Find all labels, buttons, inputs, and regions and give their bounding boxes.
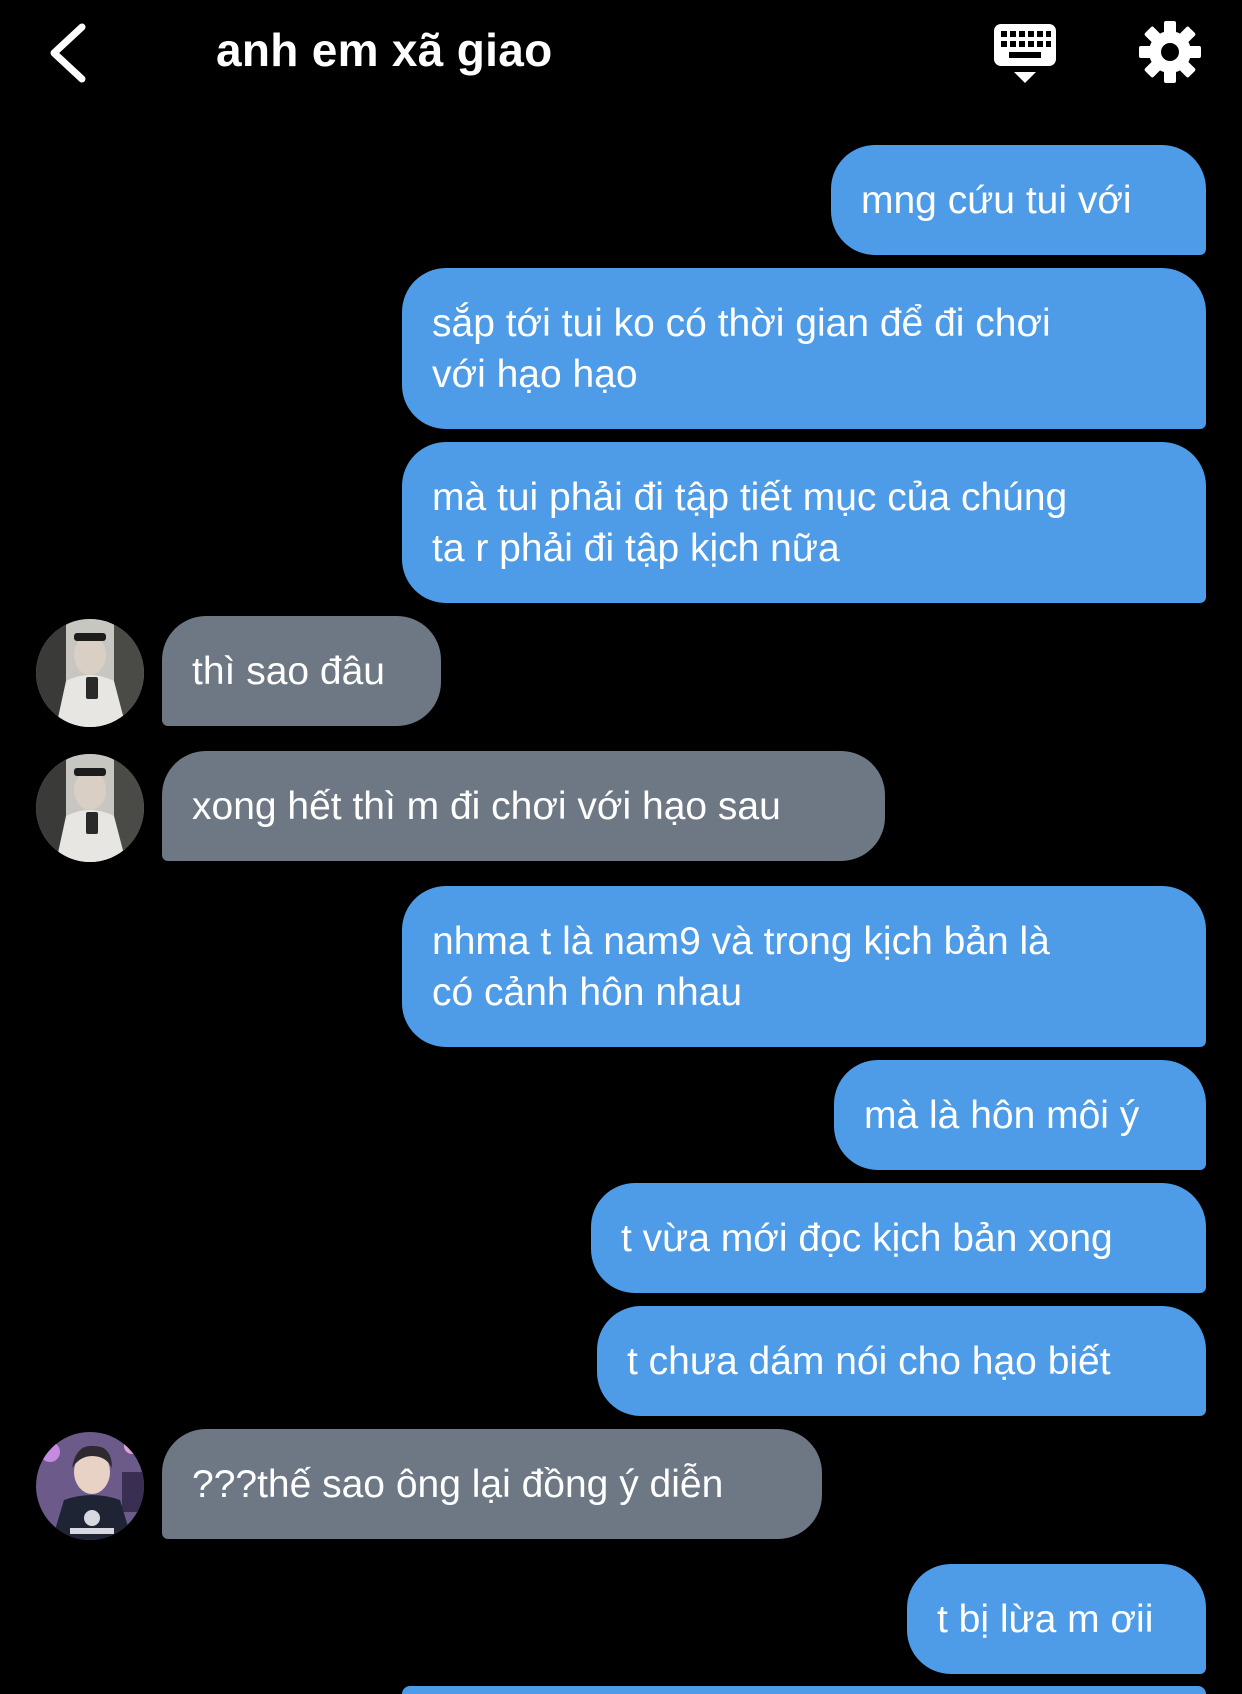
message-bubble-received[interactable]: ???thế sao ông lại đồng ý diễn [162,1429,822,1539]
message-bubble-received[interactable]: xong hết thì m đi chơi với hạo sau [162,751,885,861]
message-bubble-sent[interactable]: mà là hôn môi ý [834,1060,1206,1170]
message-text: sắp tới tui ko có thời gian để đi chơi v… [432,301,1051,396]
message-text: nhma t là nam9 và trong kịch bản là có c… [432,919,1050,1014]
message-bubble-sent[interactable]: sắp tới tui ko có thời gian để đi chơi v… [402,268,1206,429]
message-bubble-sent-partial[interactable] [402,1686,1206,1694]
chevron-left-icon [50,23,86,83]
avatar-image [36,1432,144,1540]
avatar[interactable] [36,754,144,862]
message-text: mà tui phải đi tập tiết mục của chúng ta… [432,475,1068,570]
avatar[interactable] [36,1432,144,1540]
chat-title: anh em xã giao [216,24,553,76]
gear-icon [1139,21,1201,83]
settings-button[interactable] [1138,20,1202,84]
message-text: t chưa dám nói cho hạo biết [627,1339,1111,1383]
message-bubble-sent[interactable]: mng cứu tui với [831,145,1206,255]
message-bubble-sent[interactable]: nhma t là nam9 và trong kịch bản là có c… [402,886,1206,1047]
avatar[interactable] [36,619,144,727]
avatar-image [36,754,144,862]
message-text: t bị lừa m ơii [937,1597,1154,1641]
message-bubble-sent[interactable]: t bị lừa m ơii [907,1564,1206,1674]
keyboard-button[interactable] [992,20,1058,86]
message-bubble-sent[interactable]: t vừa mới đọc kịch bản xong [591,1183,1206,1293]
message-bubble-received[interactable]: thì sao đâu [162,616,441,726]
keyboard-icon [994,24,1056,83]
message-bubble-sent[interactable]: t chưa dám nói cho hạo biết [597,1306,1206,1416]
message-text: xong hết thì m đi chơi với hạo sau [192,784,781,828]
message-text: mng cứu tui với [861,178,1132,222]
avatar-image [36,619,144,727]
message-bubble-sent[interactable]: mà tui phải đi tập tiết mục của chúng ta… [402,442,1206,603]
message-text: thì sao đâu [192,649,385,693]
chat-header: anh em xã giao [0,0,1242,110]
message-text: ???thế sao ông lại đồng ý diễn [192,1462,724,1506]
message-text: t vừa mới đọc kịch bản xong [621,1216,1113,1260]
back-button[interactable] [38,18,98,88]
message-text: mà là hôn môi ý [864,1093,1140,1137]
